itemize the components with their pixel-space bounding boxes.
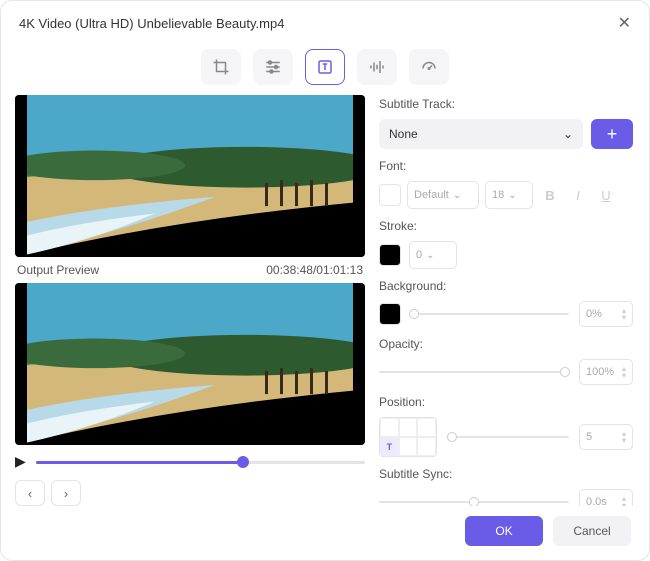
- preview-column: Output Preview 00:38:48/01:01:13: [15, 95, 365, 506]
- stroke-value: 0: [416, 249, 422, 261]
- font-size-select[interactable]: 18 ⌄: [485, 181, 533, 209]
- position-label: Position:: [379, 395, 633, 409]
- sync-slider[interactable]: [379, 494, 569, 506]
- opacity-value: 100%: [586, 366, 614, 378]
- preview-original: [15, 95, 365, 257]
- font-family-select[interactable]: Default ⌄: [407, 181, 479, 209]
- background-spinner[interactable]: 0% ▴▾: [579, 301, 633, 327]
- background-slider[interactable]: [411, 306, 569, 322]
- adjust-tool[interactable]: [253, 49, 293, 85]
- settings-panel: Subtitle Track: None ⌄ + Font: Default ⌄…: [379, 95, 635, 506]
- background-value: 0%: [586, 308, 602, 320]
- position-grid[interactable]: T: [379, 417, 437, 457]
- opacity-label: Opacity:: [379, 337, 633, 351]
- font-size-value: 18: [492, 189, 504, 201]
- font-family-value: Default: [414, 189, 449, 201]
- player-bar: ▶: [15, 445, 365, 474]
- sync-spinner[interactable]: 0.0s ▴▾: [579, 489, 633, 506]
- background-color-swatch[interactable]: [379, 303, 401, 325]
- toolbar: [1, 45, 649, 95]
- ok-button[interactable]: OK: [465, 516, 543, 546]
- audio-tool[interactable]: [357, 49, 397, 85]
- footer: OK Cancel: [1, 506, 649, 560]
- font-color-swatch[interactable]: [379, 184, 401, 206]
- play-button[interactable]: ▶: [15, 453, 26, 470]
- position-cell-active[interactable]: T: [380, 437, 399, 456]
- subtitle-tool[interactable]: [305, 49, 345, 85]
- position-slider[interactable]: [447, 429, 569, 445]
- stroke-label: Stroke:: [379, 219, 633, 233]
- opacity-slider[interactable]: [379, 364, 569, 380]
- prev-button[interactable]: ‹: [15, 480, 45, 506]
- chevron-down-icon: ⌄: [426, 250, 434, 261]
- stroke-color-swatch[interactable]: [379, 244, 401, 266]
- chevron-down-icon: ⌄: [453, 190, 461, 201]
- position-value: 5: [586, 431, 592, 443]
- opacity-spinner[interactable]: 100% ▴▾: [579, 359, 633, 385]
- add-subtitle-button[interactable]: +: [591, 119, 633, 149]
- underline-button[interactable]: U: [595, 184, 617, 206]
- content: Output Preview 00:38:48/01:01:13: [1, 95, 649, 506]
- nav-row: ‹ ›: [15, 474, 365, 506]
- background-label: Background:: [379, 279, 633, 293]
- chevron-down-icon: ⌄: [563, 127, 573, 141]
- sync-value: 0.0s: [586, 496, 607, 506]
- seek-slider[interactable]: [36, 454, 365, 470]
- preview-output: [15, 283, 365, 445]
- subtitle-track-value: None: [389, 127, 418, 141]
- close-icon[interactable]: ✕: [618, 13, 631, 33]
- position-spinner[interactable]: 5 ▴▾: [579, 424, 633, 450]
- preview-timecode: 00:38:48/01:01:13: [266, 263, 363, 277]
- sync-label: Subtitle Sync:: [379, 467, 633, 481]
- bold-button[interactable]: B: [539, 184, 561, 206]
- font-label: Font:: [379, 159, 633, 173]
- titlebar: 4K Video (Ultra HD) Unbelievable Beauty.…: [1, 1, 649, 45]
- window-title: 4K Video (Ultra HD) Unbelievable Beauty.…: [19, 16, 284, 31]
- subtitle-track-select[interactable]: None ⌄: [379, 119, 583, 149]
- speed-tool[interactable]: [409, 49, 449, 85]
- crop-tool[interactable]: [201, 49, 241, 85]
- preview-caption: Output Preview 00:38:48/01:01:13: [15, 257, 365, 283]
- chevron-down-icon: ⌄: [508, 190, 516, 201]
- subtitle-track-label: Subtitle Track:: [379, 97, 633, 111]
- next-button[interactable]: ›: [51, 480, 81, 506]
- italic-button[interactable]: I: [567, 184, 589, 206]
- editor-window: 4K Video (Ultra HD) Unbelievable Beauty.…: [0, 0, 650, 561]
- stroke-select[interactable]: 0 ⌄: [409, 241, 457, 269]
- cancel-button[interactable]: Cancel: [553, 516, 631, 546]
- preview-label: Output Preview: [17, 263, 99, 277]
